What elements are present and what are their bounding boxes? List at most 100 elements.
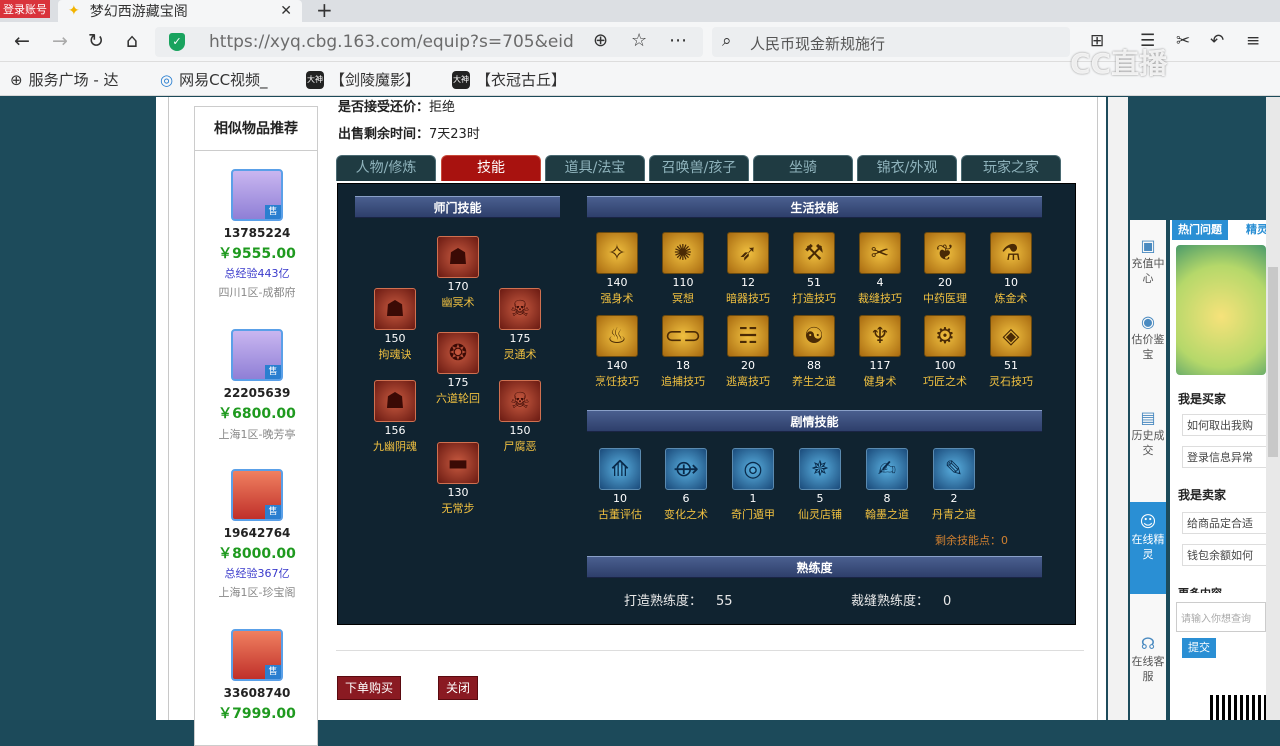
- menu-icon[interactable]: ≡: [1246, 31, 1260, 51]
- help-input[interactable]: 请输入你想查询: [1176, 602, 1266, 632]
- story-skill[interactable]: ✎ 2 丹青之道: [919, 448, 989, 522]
- recommend-item[interactable]: 售 33608740 ￥7999.00: [195, 629, 319, 723]
- life-skill[interactable]: ❦ 20 中药医理: [910, 232, 980, 306]
- life-skill[interactable]: ⚙ 100 巧匠之术: [910, 315, 980, 389]
- life-skill[interactable]: ⚒ 51 打造技巧: [779, 232, 849, 306]
- nav-appraise[interactable]: ◉ 估价鉴宝: [1130, 314, 1166, 374]
- login-badge[interactable]: 登录账号: [0, 0, 50, 18]
- tab-home[interactable]: 玩家之家: [961, 155, 1061, 181]
- scissors-icon[interactable]: ✂: [1176, 31, 1190, 51]
- nav-recharge[interactable]: ▣ 充值中心: [1130, 238, 1166, 298]
- sprite-mascot-image: [1176, 245, 1266, 375]
- skill-icon: ✂: [859, 232, 901, 274]
- page-scrollbar[interactable]: [1266, 97, 1280, 720]
- life-skill[interactable]: ➶ 12 暗器技巧: [713, 232, 783, 306]
- zoom-icon[interactable]: ⊕: [593, 30, 608, 51]
- school-skill[interactable]: ☗ 150 拘魂诀: [360, 288, 430, 362]
- life-skill[interactable]: ⚗ 10 炼金术: [976, 232, 1046, 306]
- school-skill[interactable]: ❂ 175 六道轮回: [423, 332, 493, 406]
- life-skill[interactable]: ◈ 51 灵石技巧: [976, 315, 1046, 389]
- skill-icon: ⟴: [665, 448, 707, 490]
- school-skill[interactable]: ☗ 170 幽冥术: [423, 236, 493, 310]
- life-skill[interactable]: ♨ 140 烹饪技巧: [582, 315, 652, 389]
- nav-history[interactable]: ▤ 历史成交: [1130, 410, 1166, 470]
- life-skill[interactable]: ✺ 110 冥想: [648, 232, 718, 306]
- skill-icon: ❂: [437, 332, 479, 374]
- school-skill[interactable]: ☠ 175 灵通术: [485, 288, 555, 362]
- reload-icon[interactable]: ↻: [84, 30, 108, 52]
- tab-items[interactable]: 道具/法宝: [545, 155, 645, 181]
- buyer-question[interactable]: 登录信息异常: [1182, 446, 1266, 468]
- buyer-question[interactable]: 如何取出我购: [1182, 414, 1266, 436]
- address-bar[interactable]: ✓ https://xyq.cbg.163.com/equip?s=705&ei…: [155, 27, 703, 57]
- tab-hot-questions[interactable]: 热门问题: [1172, 220, 1228, 240]
- more-icon[interactable]: ⋯: [669, 30, 687, 51]
- life-skill[interactable]: ✧ 140 强身术: [582, 232, 652, 306]
- story-skill[interactable]: ⟰ 10 古董评估: [585, 448, 655, 522]
- remaining-time-row: 出售剩余时间：7天23时: [338, 127, 480, 142]
- school-skill[interactable]: ☠ 150 尸腐恶: [485, 380, 555, 454]
- seller-question[interactable]: 钱包余额如何: [1182, 544, 1266, 566]
- life-skills-header: 生活技能: [587, 196, 1042, 218]
- item-server: 上海1区-晚芳亭: [218, 428, 296, 441]
- scrollbar-thumb[interactable]: [1268, 267, 1278, 457]
- close-button[interactable]: 关闭: [438, 676, 478, 700]
- new-tab-icon[interactable]: +: [316, 0, 333, 22]
- skill-icon: ☠: [499, 288, 541, 330]
- sprite-icon: ☺: [1139, 512, 1157, 531]
- life-skill[interactable]: ☯ 88 养生之道: [779, 315, 849, 389]
- story-skill[interactable]: ◎ 1 奇门遁甲: [718, 448, 788, 522]
- content-scrollbar[interactable]: [1108, 97, 1128, 720]
- bookmark-item[interactable]: 大神 【衣冠古丘】: [452, 69, 566, 90]
- life-skill[interactable]: ☵ 20 逃离技巧: [713, 315, 783, 389]
- tab-sprite[interactable]: 精灵: [1240, 220, 1266, 240]
- bookmark-item[interactable]: ◎ 网易CC视频_: [160, 69, 268, 90]
- buy-button[interactable]: 下单购买: [337, 676, 401, 700]
- tab-mounts[interactable]: 坐骑: [753, 155, 853, 181]
- avatar[interactable]: 售: [231, 629, 283, 681]
- back-icon[interactable]: ←: [10, 30, 34, 52]
- detail-tabs: 人物/修炼 技能 道具/法宝 召唤兽/孩子 坐骑 锦衣/外观 玩家之家: [336, 155, 1076, 181]
- proficiency-header: 熟练度: [587, 556, 1042, 578]
- tab-pets[interactable]: 召唤兽/孩子: [649, 155, 749, 181]
- tab-outfits[interactable]: 锦衣/外观: [857, 155, 957, 181]
- story-skill[interactable]: ✍ 8 翰墨之道: [852, 448, 922, 522]
- skill-icon: ⚙: [924, 315, 966, 357]
- skill-icon: ✍: [866, 448, 908, 490]
- story-skill[interactable]: ⟴ 6 变化之术: [651, 448, 721, 522]
- url-text[interactable]: https://xyq.cbg.163.com/equip?s=705&eid: [209, 32, 589, 52]
- more-content-link[interactable]: 更多内容: [1178, 585, 1222, 593]
- item-server: 上海1区-珍宝阁: [218, 586, 296, 599]
- tab-skills[interactable]: 技能: [441, 155, 541, 181]
- avatar[interactable]: 售: [231, 469, 283, 521]
- tab-character[interactable]: 人物/修炼: [336, 155, 436, 181]
- avatar[interactable]: 售: [231, 169, 283, 221]
- undo-icon[interactable]: ↶: [1210, 31, 1224, 51]
- recommend-item[interactable]: 售 19642764 ￥8000.00 总经验367亿 上海1区-珍宝阁: [195, 469, 319, 600]
- recommend-item[interactable]: 售 13785224 ￥9555.00 总经验443亿 四川1区-成都府: [195, 169, 319, 300]
- item-price: ￥8000.00: [218, 546, 296, 562]
- search-box[interactable]: ⌕ 人民币现金新规施行: [712, 27, 1070, 57]
- home-icon[interactable]: ⌂: [120, 30, 144, 52]
- tab-close-icon[interactable]: ✕: [280, 3, 292, 19]
- skill-icon: ▬: [437, 442, 479, 484]
- bookmark-item[interactable]: ⊕ 服务广场 - 达: [10, 69, 119, 90]
- life-skill[interactable]: ⊂⊃ 18 追捕技巧: [648, 315, 718, 389]
- bookmark-item[interactable]: 大神 【剑陵魔影】: [306, 69, 420, 90]
- nav-sprite[interactable]: ☺ 在线精灵: [1130, 502, 1166, 594]
- nav-support[interactable]: ☊ 在线客服: [1130, 620, 1166, 710]
- life-skill[interactable]: ♆ 117 健身术: [845, 315, 915, 389]
- skill-icon: ⚒: [793, 232, 835, 274]
- browser-tab-active[interactable]: ✦ 梦幻西游藏宝阁 ✕: [58, 0, 302, 22]
- seller-question[interactable]: 给商品定合适: [1182, 512, 1266, 534]
- help-submit-button[interactable]: 提交: [1182, 638, 1216, 658]
- search-suggestion[interactable]: 人民币现金新规施行: [750, 33, 885, 54]
- recommend-item[interactable]: 售 22205639 ￥6800.00 上海1区-晚芳亭: [195, 329, 319, 442]
- school-skill[interactable]: ☗ 156 九幽阴魂: [360, 380, 430, 454]
- story-skill[interactable]: ✵ 5 仙灵店铺: [785, 448, 855, 522]
- school-skill[interactable]: ▬ 130 无常步: [423, 442, 493, 516]
- bookmark-star-icon[interactable]: ☆: [631, 30, 647, 51]
- life-skill[interactable]: ✂ 4 裁缝技巧: [845, 232, 915, 306]
- avatar[interactable]: 售: [231, 329, 283, 381]
- forward-icon[interactable]: →: [48, 30, 72, 52]
